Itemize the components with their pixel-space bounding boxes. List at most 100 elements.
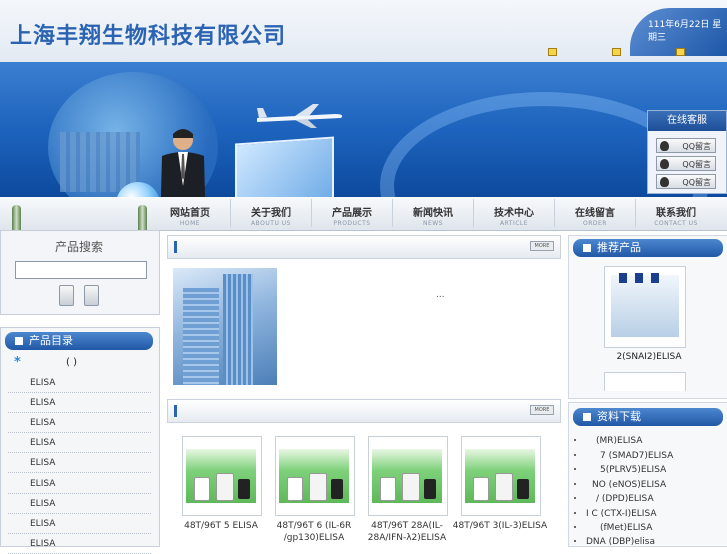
qq-message-button-1[interactable]: QQ留言 [656, 138, 716, 153]
catalog-item-label: ELISA [30, 438, 56, 448]
bullet-icon [583, 413, 591, 421]
download-label: 7 (SMAD7)ELISA [600, 451, 674, 461]
catalog-item[interactable]: ELISA [8, 534, 151, 554]
catalog-header: 产品目录 [5, 332, 153, 350]
search-title: 产品搜索 [54, 240, 103, 254]
catalog-selected-item[interactable]: * ( ) [10, 355, 153, 371]
catalog-item-label: ELISA [30, 418, 56, 428]
qq-button-label: QQ留言 [682, 142, 711, 151]
nav-label: 新闻快讯 [413, 208, 453, 219]
section-marker [174, 405, 177, 417]
nav-news[interactable]: 新闻快讯 NEWS [393, 199, 474, 227]
download-label: 5(PLRV5)ELISA [600, 465, 667, 475]
screen-graphic [235, 136, 334, 197]
qq-message-button-2[interactable]: QQ留言 [656, 156, 716, 171]
home-icon[interactable] [548, 48, 557, 56]
nav-label: 产品展示 [332, 208, 372, 219]
nav-label: 在线留言 [575, 208, 615, 219]
service-title: 在线客服 [648, 111, 726, 131]
catalog-item[interactable]: ELISA [8, 453, 151, 473]
catalog-item-label: ELISA [30, 479, 56, 489]
vial-cap [651, 273, 659, 283]
banner [0, 62, 727, 197]
nav-label: 技术中心 [494, 208, 534, 219]
product-name-2[interactable]: 48T/96T 6 (IL-6R /gp130)ELISA [264, 520, 364, 544]
product-image [372, 449, 442, 503]
building-graphic [223, 274, 253, 385]
catalog-title: 产品目录 [29, 334, 73, 347]
recommend-header: 推荐产品 [573, 239, 723, 257]
catalog-item[interactable]: ELISA [8, 474, 151, 494]
catalog-item[interactable]: ELISA [8, 393, 151, 413]
nav-products[interactable]: 产品展示 PRODUCTS [312, 199, 393, 227]
products-section-bar: MORE [167, 399, 561, 423]
company-building-image [173, 268, 277, 385]
more-button[interactable]: MORE [530, 405, 554, 415]
nav-label: 关于我们 [251, 208, 291, 219]
catalog-item-label: ELISA [30, 539, 56, 549]
nav-sublabel: ORDER [583, 220, 607, 227]
qq-button-label: QQ留言 [682, 178, 711, 187]
product-thumb-3[interactable] [368, 436, 448, 516]
recommend-product-image-2[interactable] [604, 372, 686, 391]
product-name-1[interactable]: 48T/96T 5 ELISA [171, 520, 271, 532]
downloads-title: 资料下载 [597, 410, 641, 423]
product-name-4[interactable]: 48T/96T 3(IL-3)ELISA [450, 520, 550, 532]
vials-graphic [611, 275, 679, 337]
catalog-item[interactable]: ELISA [8, 494, 151, 514]
about-text: ... [436, 290, 445, 300]
catalog-selected-label: ( ) [66, 357, 77, 368]
download-label: DNA (DBP)elisa [586, 537, 655, 547]
download-label: (fMet)ELISA [600, 523, 653, 533]
recommend-product-name[interactable]: 2(SNAI2)ELISA [574, 352, 724, 362]
product-thumb-2[interactable] [275, 436, 355, 516]
search-input[interactable] [15, 261, 147, 279]
online-service-panel: 在线客服 QQ留言 QQ留言 QQ留言 [647, 110, 727, 194]
catalog-item-label: ELISA [30, 519, 56, 529]
vial-cap [619, 273, 627, 283]
download-label: (MR)ELISA [596, 436, 643, 446]
catalog-item[interactable]: ELISA [8, 514, 151, 534]
recommend-product-image[interactable] [604, 266, 686, 348]
catalog-item-label: ELISA [30, 499, 56, 509]
nav-contact[interactable]: 联系我们 CONTACT US [636, 199, 716, 227]
nav-about[interactable]: 关于我们 ABOUTU US [231, 199, 312, 227]
product-image [465, 449, 535, 503]
catalog-item-label: ELISA [30, 378, 56, 388]
vial-cap [635, 273, 643, 283]
product-image [279, 449, 349, 503]
catalog-item[interactable]: ELISA [8, 433, 151, 453]
product-thumb-4[interactable] [461, 436, 541, 516]
nav-order[interactable]: 在线留言 ORDER [555, 199, 636, 227]
contact-icon[interactable] [676, 48, 685, 56]
bullet-icon [15, 337, 23, 345]
downloads-header: 资料下载 [573, 408, 723, 426]
qq-icon [660, 159, 669, 169]
about-section-bar: MORE [167, 235, 561, 259]
more-button[interactable]: MORE [530, 241, 554, 251]
product-image [186, 449, 256, 503]
qq-icon [660, 141, 669, 151]
section-marker [174, 241, 177, 253]
product-thumb-1[interactable] [182, 436, 262, 516]
nav-sublabel: ABOUTU US [251, 220, 291, 227]
site-logo[interactable]: 上海丰翔生物科技有限公司 [10, 18, 286, 50]
nav-sublabel: PRODUCTS [333, 220, 371, 227]
favorite-icon[interactable] [612, 48, 621, 56]
search-button[interactable] [59, 285, 74, 306]
download-label: / (DPD)ELISA [596, 494, 654, 504]
qq-icon [660, 177, 669, 187]
qq-message-button-3[interactable]: QQ留言 [656, 174, 716, 189]
nav-label: 网站首页 [170, 208, 210, 219]
nav-sublabel: HOME [179, 220, 201, 227]
download-label: I C (CTX-I)ELISA [586, 509, 657, 519]
nav-label: 联系我们 [656, 208, 696, 219]
catalog-item[interactable]: ELISA [8, 373, 151, 393]
advanced-search-button[interactable] [84, 285, 99, 306]
catalog-item[interactable]: ELISA [8, 413, 151, 433]
nav-article[interactable]: 技术中心 ARTICLE [474, 199, 555, 227]
nav-sublabel: ARTICLE [499, 220, 529, 227]
nav-home[interactable]: 网站首页 HOME [150, 199, 231, 227]
product-name-3[interactable]: 48T/96T 28A(IL-28A/IFN-λ2)ELISA [357, 520, 457, 544]
building-graphic [183, 288, 219, 385]
